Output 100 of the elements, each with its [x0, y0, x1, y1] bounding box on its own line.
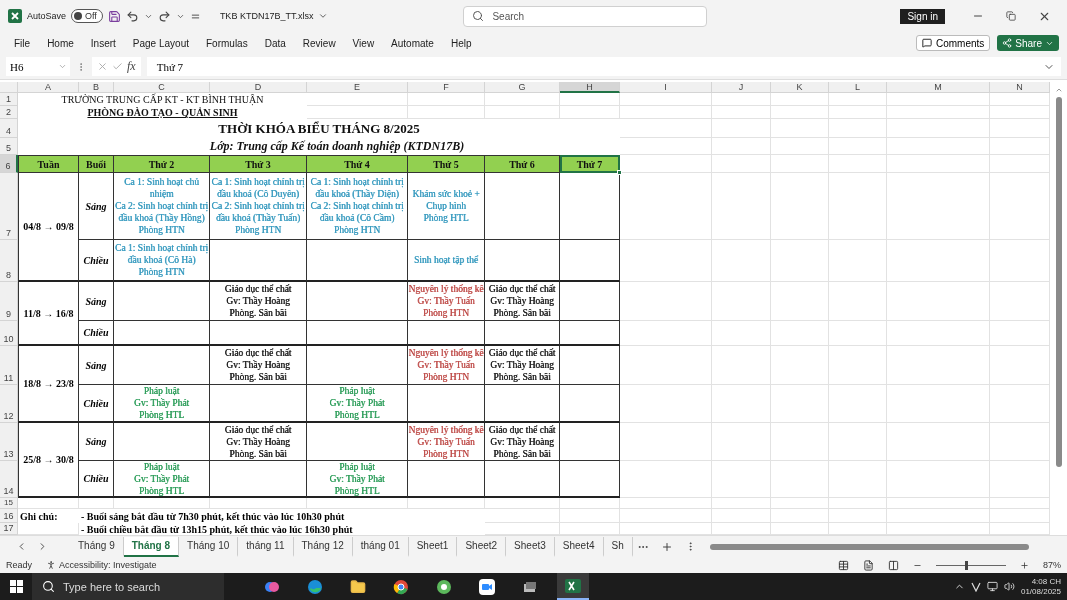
column-header[interactable]: M — [887, 82, 990, 93]
clock-date[interactable]: 01/08/2025 — [1020, 586, 1061, 597]
search-box[interactable]: Search — [463, 5, 708, 27]
column-header[interactable]: L — [829, 82, 887, 93]
sheet-cell[interactable] — [829, 423, 887, 461]
sheet-tab[interactable]: Sheet4 — [554, 536, 604, 557]
day-header[interactable]: Tuần — [18, 155, 79, 173]
row-header[interactable]: 1 — [0, 93, 18, 106]
column-header[interactable]: N — [990, 82, 1050, 93]
formula-input[interactable]: Thứ 7 — [146, 57, 1061, 76]
network-icon[interactable] — [986, 581, 998, 592]
sheet-cell[interactable] — [771, 173, 829, 240]
ribbon-tab[interactable]: Insert — [90, 37, 116, 49]
sheet-cell[interactable] — [771, 138, 829, 155]
scroll-up-icon[interactable] — [1054, 86, 1063, 94]
sheet-cell[interactable] — [771, 155, 829, 173]
sheet-tab[interactable]: tháng 01 — [352, 536, 409, 557]
sheet-cell[interactable] — [620, 93, 712, 106]
sheet-tab[interactable]: Sheet1 — [408, 536, 458, 557]
browser-icon[interactable] — [307, 578, 323, 595]
sheet-cell[interactable] — [887, 119, 990, 138]
sheet-cell[interactable] — [712, 461, 771, 498]
accessibility-icon[interactable] — [46, 560, 56, 570]
taskbar-search-box[interactable]: Type here to search — [32, 573, 224, 600]
folder-icon[interactable] — [350, 578, 366, 595]
ribbon-tab[interactable]: Review — [302, 37, 336, 49]
sheet-cell[interactable] — [887, 138, 990, 155]
column-header[interactable]: C — [114, 82, 210, 93]
sheet-cell[interactable] — [887, 155, 990, 173]
sheet-cell[interactable] — [887, 321, 990, 346]
fill-handle[interactable] — [617, 170, 622, 175]
sheet-cell[interactable] — [887, 240, 990, 282]
column-header[interactable]: D — [210, 82, 307, 93]
sheet-cell[interactable] — [829, 173, 887, 240]
day-header[interactable]: Buổi — [79, 155, 114, 173]
sheet-cell[interactable] — [712, 498, 771, 509]
sheet-cell[interactable] — [887, 282, 990, 321]
row-header[interactable]: 6 — [0, 155, 18, 173]
sheet-tab[interactable]: Tháng 9 — [70, 536, 124, 557]
sheet-cell[interactable] — [712, 423, 771, 461]
sheet-cell[interactable] — [829, 138, 887, 155]
column-header[interactable]: G — [485, 82, 560, 93]
row-header[interactable]: 9 — [0, 282, 18, 321]
sheet-tab[interactable]: Tháng 12 — [293, 536, 353, 557]
sheet-cell[interactable] — [712, 119, 771, 138]
row-header[interactable]: 16 — [0, 509, 18, 523]
sheet-cell[interactable] — [712, 282, 771, 321]
row-header[interactable]: 12 — [0, 385, 18, 423]
sheet-cell[interactable] — [712, 93, 771, 106]
search-field[interactable]: Search — [492, 10, 699, 22]
sheet-cell[interactable] — [829, 346, 887, 385]
ribbon-tab[interactable]: View — [352, 37, 375, 49]
sheet-cell[interactable] — [712, 509, 771, 523]
add-sheet-icon[interactable] — [660, 540, 673, 553]
sheet-cell[interactable] — [829, 119, 887, 138]
sheet-cell[interactable] — [829, 498, 887, 509]
sheet-tab[interactable]: Sh — [603, 536, 633, 557]
sheet-cell[interactable] — [620, 106, 712, 119]
sheet-cell[interactable] — [887, 509, 990, 523]
sheet-cell[interactable] — [771, 240, 829, 282]
taskbar-search-field[interactable]: Type here to search — [63, 580, 213, 593]
sheet-cell[interactable] — [771, 498, 829, 509]
day-header[interactable]: Thứ 6 — [485, 155, 560, 173]
sheet-cell[interactable] — [771, 119, 829, 138]
sheet-tab[interactable]: Tháng 8 — [123, 536, 180, 557]
ribbon-tab[interactable]: File — [14, 37, 31, 49]
sheet-cell[interactable] — [771, 423, 829, 461]
sheet-cell[interactable] — [829, 155, 887, 173]
undo-icon[interactable] — [125, 9, 139, 23]
sheet-cell[interactable] — [887, 385, 990, 423]
insert-function-button[interactable]: fx — [127, 59, 136, 74]
column-header[interactable]: E — [307, 82, 408, 93]
horizontal-scrollbar[interactable] — [709, 543, 1029, 550]
sheet-cell[interactable] — [887, 346, 990, 385]
sheet-cell[interactable] — [887, 423, 990, 461]
row-header[interactable]: 7 — [0, 173, 18, 240]
ribbon-tab[interactable]: Page Layout — [132, 37, 189, 49]
sheet-cell[interactable] — [771, 385, 829, 423]
sheet-cell[interactable] — [829, 106, 887, 119]
ribbon-tab[interactable]: Data — [264, 37, 286, 49]
sheet-cell[interactable] — [620, 509, 712, 523]
sheet-cell[interactable] — [887, 498, 990, 509]
column-header[interactable]: H — [560, 82, 620, 93]
file-name[interactable]: TKB KTDN17B_TT.xlsx — [219, 11, 314, 21]
day-header[interactable]: Thứ 4 — [307, 155, 408, 173]
start-icon[interactable] — [9, 580, 23, 593]
name-box[interactable]: H6 — [6, 57, 70, 76]
sheet-cell[interactable] — [829, 461, 887, 498]
caret-icon[interactable] — [318, 11, 329, 21]
row-header[interactable]: 8 — [0, 240, 18, 282]
row-header[interactable]: 5 — [0, 138, 18, 155]
column-header[interactable]: F — [408, 82, 485, 93]
ribbon-tab[interactable]: Formulas — [206, 37, 248, 49]
sheet-cell[interactable] — [408, 93, 485, 106]
browser-icon[interactable] — [393, 578, 409, 595]
sheet-cell[interactable] — [887, 106, 990, 119]
sheet-cell[interactable] — [620, 498, 712, 509]
sheet-cell[interactable] — [712, 155, 771, 173]
sheet-cell[interactable] — [887, 173, 990, 240]
row-header[interactable]: 13 — [0, 423, 18, 461]
